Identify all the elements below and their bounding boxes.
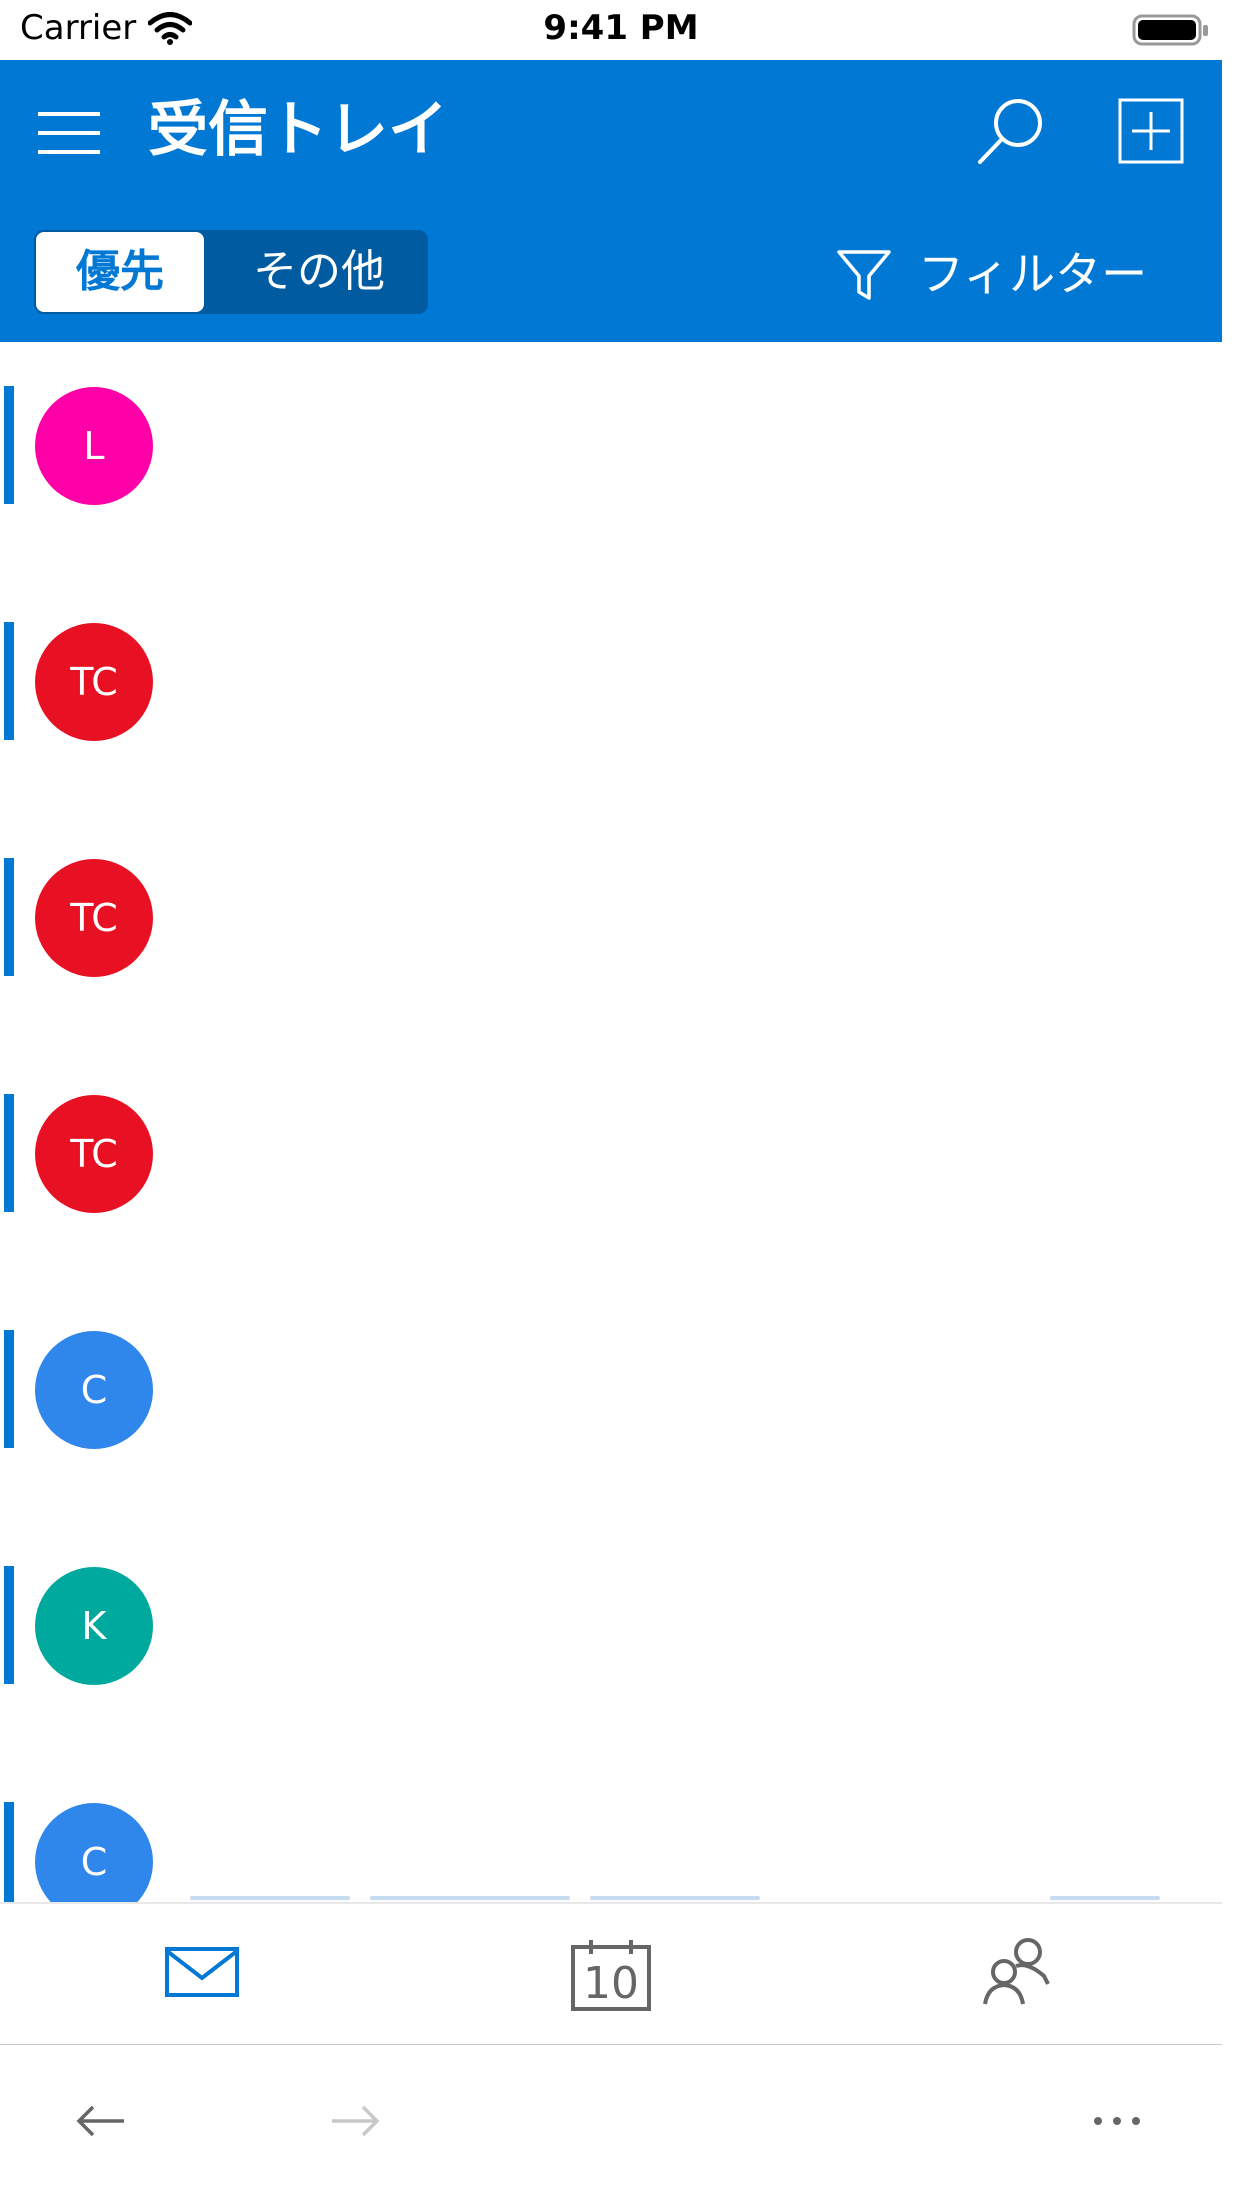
message-row[interactable]: C bbox=[0, 1758, 1222, 1902]
more-dots-icon[interactable] bbox=[1092, 2105, 1142, 2137]
search-icon[interactable] bbox=[976, 96, 1046, 166]
browser-toolbar bbox=[0, 2045, 1242, 2208]
avatar: L bbox=[35, 387, 153, 505]
battery-icon bbox=[1132, 14, 1208, 46]
status-time: 9:41 PM bbox=[543, 8, 699, 48]
forward-arrow-icon[interactable] bbox=[330, 2105, 380, 2137]
message-row[interactable]: TC bbox=[0, 1050, 1222, 1286]
back-arrow-icon[interactable] bbox=[76, 2105, 126, 2137]
avatar: TC bbox=[35, 859, 153, 977]
message-row[interactable]: C bbox=[0, 1286, 1222, 1522]
unread-indicator bbox=[4, 1330, 14, 1448]
inbox-header: 受信トレイ 優先 その他 フィルター bbox=[0, 60, 1222, 342]
message-row[interactable]: L bbox=[0, 342, 1222, 578]
avatar: TC bbox=[35, 623, 153, 741]
message-row[interactable]: K bbox=[0, 1522, 1222, 1758]
avatar: K bbox=[35, 1567, 153, 1685]
status-bar: Carrier 9:41 PM bbox=[0, 0, 1242, 60]
unread-indicator bbox=[4, 1094, 14, 1212]
calendar-day: 10 bbox=[583, 1958, 639, 2009]
avatar: C bbox=[35, 1331, 153, 1449]
mail-envelope-icon[interactable] bbox=[164, 1946, 240, 1998]
tab-other[interactable]: その他 bbox=[210, 230, 428, 314]
page-title: 受信トレイ bbox=[148, 95, 448, 165]
unread-indicator bbox=[4, 622, 14, 740]
tab-bar: 10 bbox=[0, 1902, 1222, 2047]
unread-indicator bbox=[4, 858, 14, 976]
avatar: TC bbox=[35, 1095, 153, 1213]
message-row[interactable]: TC bbox=[0, 578, 1222, 814]
people-icon[interactable] bbox=[982, 1936, 1052, 2006]
message-row[interactable]: TC bbox=[0, 814, 1222, 1050]
clipped-preview-text bbox=[190, 1892, 1190, 1902]
funnel-icon bbox=[837, 250, 891, 300]
inbox-switch: 優先 その他 bbox=[34, 230, 428, 314]
compose-plus-icon[interactable] bbox=[1118, 98, 1184, 164]
filter-label: フィルター bbox=[918, 247, 1148, 301]
avatar: C bbox=[35, 1803, 153, 1902]
unread-indicator bbox=[4, 1802, 14, 1902]
unread-indicator bbox=[4, 1566, 14, 1684]
message-list: L TC TC TC C K C bbox=[0, 342, 1222, 1902]
calendar-icon[interactable]: 10 bbox=[570, 1938, 652, 2012]
unread-indicator bbox=[4, 386, 14, 504]
tab-focused[interactable]: 優先 bbox=[36, 232, 204, 312]
hamburger-menu-icon[interactable] bbox=[36, 110, 102, 156]
